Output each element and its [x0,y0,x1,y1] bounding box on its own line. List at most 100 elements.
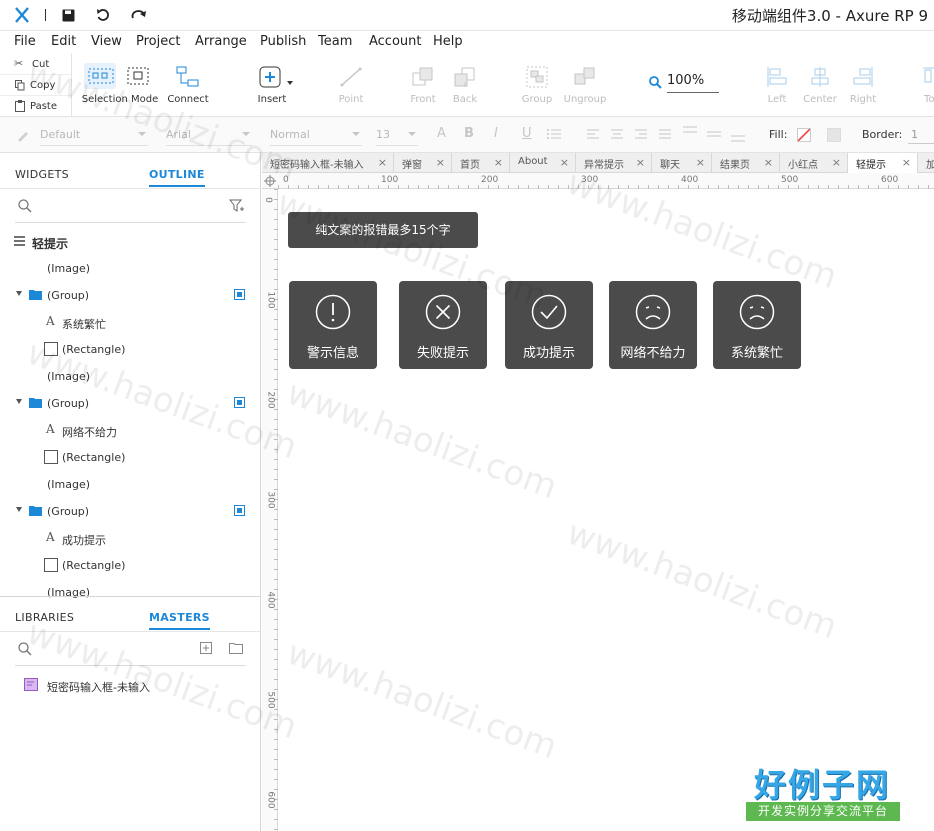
insert-button[interactable]: Insert [250,53,296,117]
outline-row[interactable]: A 系统繁忙 [0,309,250,336]
point-button[interactable]: Point [330,53,372,117]
font-select[interactable]: Arial [166,124,252,146]
align-text-left-icon[interactable] [586,128,600,140]
expand-caret-icon[interactable] [16,399,22,404]
valign-bottom-icon[interactable] [730,125,746,143]
doc-tab[interactable]: 弹窗 × [394,153,452,173]
close-icon[interactable]: × [832,156,841,169]
align-left-button[interactable]: Left [758,53,796,117]
menu-edit[interactable]: Edit [51,34,76,49]
doc-tab[interactable]: 异常提示 × [576,153,652,173]
outline-row[interactable]: (Image) [0,471,250,498]
connect-button[interactable]: Connect [164,53,212,117]
redo-icon[interactable] [131,8,147,22]
close-icon[interactable]: × [636,156,645,169]
outline-row[interactable]: A 成功提示 [0,525,250,552]
close-icon[interactable]: × [902,156,911,169]
tab-masters[interactable]: MASTERS [149,611,210,630]
outline-page-row[interactable]: 轻提示 [0,228,250,255]
menu-project[interactable]: Project [136,34,180,49]
filter-icon[interactable] [229,199,244,213]
border-width-input[interactable]: 1 [908,126,934,144]
outline-row[interactable]: (Group) [0,390,250,417]
visibility-checkbox[interactable] [234,505,245,516]
search-icon[interactable] [18,199,32,213]
align-top-button[interactable]: To [916,53,934,117]
save-icon[interactable] [62,9,75,22]
group-button[interactable]: Group [518,53,556,117]
align-text-right-icon[interactable] [634,128,648,140]
add-master-icon[interactable] [200,642,212,654]
outline-row[interactable]: (Image) [0,363,250,390]
tab-widgets[interactable]: WIDGETS [15,168,69,181]
fill-color-swatch[interactable] [797,128,811,142]
menu-publish[interactable]: Publish [260,34,306,49]
menu-help[interactable]: Help [433,34,463,49]
doc-tab[interactable]: 小红点 × [780,153,848,173]
expand-caret-icon[interactable] [16,507,22,512]
align-right-button[interactable]: Right [844,53,882,117]
doc-tab[interactable]: 短密码输入框-未输入 × [262,153,394,173]
doc-tab-active[interactable]: 轻提示 × [848,153,918,174]
outline-row[interactable]: A 网络不给力 [0,417,250,444]
visibility-checkbox[interactable] [234,289,245,300]
menu-account[interactable]: Account [369,34,422,49]
doc-tab[interactable]: 加 [918,153,934,173]
shadow-swatch[interactable] [827,128,841,142]
expand-caret-icon[interactable] [16,291,22,296]
close-icon[interactable]: × [436,156,445,169]
paste-button[interactable]: Paste [0,96,71,117]
search-icon[interactable] [18,642,32,656]
outline-row[interactable]: (Rectangle) [0,336,250,363]
outline-row[interactable]: (Image) [0,255,250,282]
close-icon[interactable]: × [696,156,705,169]
add-folder-icon[interactable] [229,642,243,654]
valign-top-icon[interactable] [682,125,698,143]
toast-card-success[interactable]: 成功提示 [505,281,593,369]
bring-front-button[interactable]: Front [404,53,442,117]
outline-row[interactable]: (Rectangle) [0,444,250,471]
menu-arrange[interactable]: Arrange [195,34,247,49]
outline-row[interactable]: (Group) [0,282,250,309]
align-center-button[interactable]: Center [800,53,840,117]
outline-row[interactable]: (Group) [0,498,250,525]
bullet-list-icon[interactable] [546,128,562,140]
style-select[interactable]: Default [40,124,148,146]
zoom-control[interactable]: 100% [648,71,720,93]
valign-middle-icon[interactable] [706,125,722,143]
visibility-checkbox[interactable] [234,397,245,408]
font-size-select[interactable]: 13 [376,124,418,146]
close-icon[interactable]: × [494,156,503,169]
tab-libraries[interactable]: LIBRARIES [15,611,74,624]
align-text-center-icon[interactable] [610,128,624,140]
close-icon[interactable]: × [560,156,569,169]
copy-button[interactable]: Copy [0,75,71,96]
tip-text-widget[interactable]: 纯文案的报错最多15个字 [288,212,478,248]
bold-icon[interactable]: B [464,126,474,141]
italic-icon[interactable]: I [494,126,498,141]
toast-card-warning[interactable]: 警示信息 [289,281,377,369]
zoom-value[interactable]: 100% [667,73,719,93]
doc-tab[interactable]: About × [510,153,576,173]
menu-team[interactable]: Team [318,34,352,49]
font-weight-select[interactable]: Normal [270,124,362,146]
master-item[interactable]: 短密码输入框-未输入 [20,675,250,697]
toast-card-network[interactable]: 网络不给力 [609,281,697,369]
undo-icon[interactable] [96,8,110,22]
design-surface[interactable]: 纯文案的报错最多15个字 警示信息 失败提示 成功提示 网络不给力 系统繁忙 [279,190,934,831]
menu-file[interactable]: File [14,34,36,49]
close-icon[interactable]: × [378,156,387,169]
underline-icon[interactable]: U [522,126,532,141]
close-icon[interactable]: × [764,156,773,169]
font-color-icon[interactable]: A [437,126,446,141]
menu-view[interactable]: View [91,34,122,49]
doc-tab[interactable]: 聊天 × [652,153,712,173]
toast-card-fail[interactable]: 失败提示 [399,281,487,369]
doc-tab[interactable]: 结果页 × [712,153,780,173]
doc-tab[interactable]: 首页 × [452,153,510,173]
ungroup-button[interactable]: Ungroup [563,53,607,117]
cut-button[interactable]: ✂ Cut [0,54,71,75]
send-back-button[interactable]: Back [446,53,484,117]
tab-outline[interactable]: OUTLINE [149,168,205,187]
outline-row[interactable]: (Rectangle) [0,552,250,579]
